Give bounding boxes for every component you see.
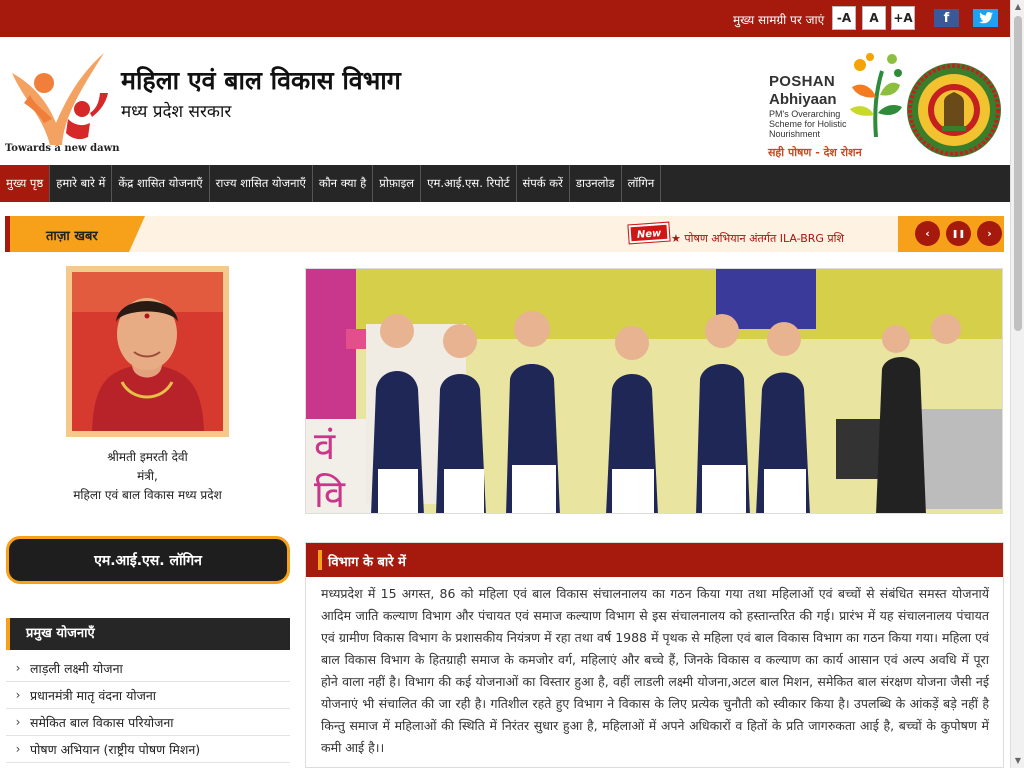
ticker-pause-button[interactable]: ❚❚ xyxy=(946,221,971,246)
main-nav: मुख्य पृष्ठ हमारे बारे में केंद्र शासित … xyxy=(0,165,1010,202)
heading-accent xyxy=(318,550,322,570)
top-bar: मुख्य सामग्री पर जाएं -A A +A f xyxy=(0,0,1010,37)
ticker-news-item[interactable]: ★ पोषण अभियान अंतर्गत ILA-BRG प्रशि xyxy=(671,231,855,246)
nav-login[interactable]: लॉगिन xyxy=(622,165,662,202)
nav-mis-report[interactable]: एम.आई.एस. रिपोर्ट xyxy=(421,165,517,202)
nav-state-schemes[interactable]: राज्य शासित योजनाएँ xyxy=(210,165,313,202)
key-schemes-heading: प्रमुख योजनाएँ xyxy=(6,618,290,650)
nav-home[interactable]: मुख्य पृष्ठ xyxy=(0,165,51,202)
minister-name: श्रीमती इमरती देवी xyxy=(107,450,188,464)
news-ticker: ताज़ा खबर New ★ पोषण अभियान अंतर्गत ILA-… xyxy=(5,216,1004,252)
poshan-slogan: सही पोषण - देश रोशन xyxy=(768,146,862,159)
font-increase-button[interactable]: +A xyxy=(891,6,915,30)
minister-photo xyxy=(66,266,229,437)
chevron-right-icon: › xyxy=(15,688,21,702)
ticker-controls: ‹ ❚❚ › xyxy=(898,216,1004,252)
scheme-label: समेकित बाल विकास परियोजना xyxy=(30,714,174,730)
site-title[interactable]: महिला एवं बाल विकास विभाग xyxy=(121,63,401,97)
scroll-up-icon[interactable]: ▲ xyxy=(1011,0,1024,14)
about-department-panel: विभाग के बारे में मध्यप्रदेश में 15 अगस्… xyxy=(305,542,1004,768)
nav-download[interactable]: डाउनलोड xyxy=(570,165,622,202)
poshan-description: PM's Overarching Scheme for Holistic Nou… xyxy=(769,109,847,139)
key-schemes-list: › लाड़ली लक्ष्मी योजना › प्रधानमंत्री मा… xyxy=(6,655,290,763)
slider-photo: वं वि xyxy=(306,269,1002,514)
nav-contact[interactable]: संपर्क करें xyxy=(517,165,570,202)
facebook-icon[interactable]: f xyxy=(934,9,959,27)
nav-who-is-who[interactable]: कौन क्या है xyxy=(313,165,374,202)
site-subtitle: मध्य प्रदेश सरकार xyxy=(121,102,232,122)
minister-department: महिला एवं बाल विकास मध्य प्रदेश xyxy=(73,488,222,502)
about-heading-bar: विभाग के बारे में xyxy=(306,543,1003,577)
page-scrollbar[interactable]: ▲ ▼ xyxy=(1010,0,1024,768)
scrollbar-thumb[interactable] xyxy=(1014,16,1022,331)
font-reset-button[interactable]: A xyxy=(862,6,886,30)
font-decrease-button[interactable]: -A xyxy=(832,6,856,30)
nav-profile[interactable]: प्रोफ़ाइल xyxy=(373,165,422,202)
minister-role: मंत्री, xyxy=(137,469,158,483)
poshan-abhiyaan-logo[interactable]: POSHAN Abhiyaan PM's Overarching Scheme … xyxy=(766,49,906,161)
new-badge: New xyxy=(627,221,671,245)
scheme-pmmvy[interactable]: › प्रधानमंत्री मातृ वंदना योजना xyxy=(6,682,290,709)
chevron-right-icon: › xyxy=(15,742,21,756)
scheme-ladli-laxmi[interactable]: › लाड़ली लक्ष्मी योजना xyxy=(6,655,290,682)
scheme-label: प्रधानमंत्री मातृ वंदना योजना xyxy=(30,687,157,703)
mp-government-emblem[interactable] xyxy=(906,62,1002,158)
ticker-prev-button[interactable]: ‹ xyxy=(915,221,940,246)
svg-text:वं: वं xyxy=(314,424,336,468)
nav-central-schemes[interactable]: केंद्र शासित योजनाएँ xyxy=(112,165,210,202)
poshan-title-2: Abhiyaan xyxy=(769,91,837,108)
poshan-title: POSHAN xyxy=(769,73,835,90)
chevron-right-icon: › xyxy=(15,661,21,675)
scroll-down-icon[interactable]: ▼ xyxy=(1011,754,1024,768)
scheme-label: पोषण अभियान (राष्ट्रीय पोषण मिशन) xyxy=(30,741,201,757)
scheme-poshan-abhiyaan[interactable]: › पोषण अभियान (राष्ट्रीय पोषण मिशन) xyxy=(6,736,290,763)
image-slider[interactable]: वं वि xyxy=(305,268,1003,514)
twitter-icon[interactable] xyxy=(973,9,998,27)
skip-to-content-link[interactable]: मुख्य सामग्री पर जाएं xyxy=(733,11,824,28)
tagline: Towards a new dawn xyxy=(5,143,120,154)
department-logo[interactable] xyxy=(4,45,114,155)
site-header: Towards a new dawn महिला एवं बाल विकास व… xyxy=(0,37,1010,165)
scheme-label: लाड़ली लक्ष्मी योजना xyxy=(30,660,123,676)
nav-about-us[interactable]: हमारे बारे में xyxy=(50,165,113,202)
about-heading: विभाग के बारे में xyxy=(328,555,406,570)
mis-login-button[interactable]: एम.आई.एस. लॉगिन xyxy=(6,536,290,584)
minister-portrait-image xyxy=(72,272,223,431)
about-text: मध्यप्रदेश में 15 अगस्त, 86 को महिला एवं… xyxy=(321,586,989,755)
svg-text:वि: वि xyxy=(314,472,346,514)
ticker-label: ताज़ा खबर xyxy=(46,229,98,244)
chevron-right-icon: › xyxy=(15,715,21,729)
ticker-next-button[interactable]: › xyxy=(977,221,1002,246)
scheme-icds[interactable]: › समेकित बाल विकास परियोजना xyxy=(6,709,290,736)
